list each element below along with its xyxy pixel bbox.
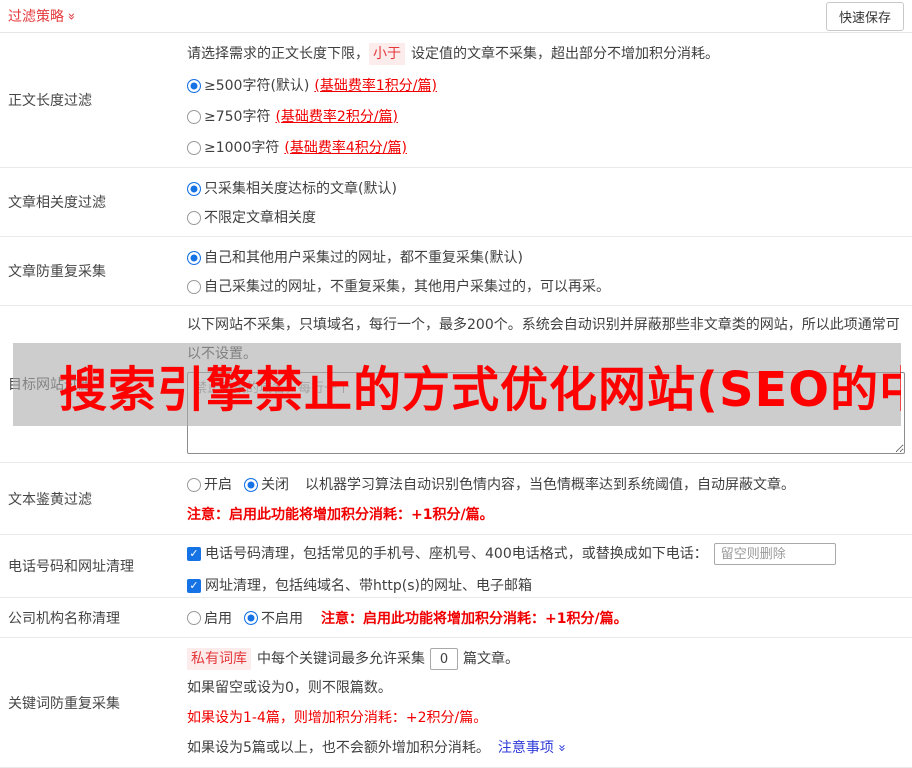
option-1000-chars: ≥1000字符 (基础费率4积分/篇) [187, 138, 904, 158]
row-phone-url-cleanup: 电话号码和网址清理 ✓ 电话号码清理，包括常见的手机号、座机号、400电话格式，… [0, 535, 912, 598]
notice-link[interactable]: 注意事项 [498, 738, 554, 758]
keyword-note-fee: 如果设为1-4篇，则增加积分消耗：+2积分/篇。 [187, 708, 904, 728]
keyword-limit-line: 私有词库 中每个关键词最多允许采集 篇文章。 [187, 647, 904, 671]
radio-relevance-unlimited[interactable] [187, 211, 201, 225]
option-dedup-self-only: 自己采集过的网址，不重复采集，其他用户采集过的，可以再采。 [187, 277, 904, 297]
radio-porn-filter-off[interactable] [244, 478, 258, 492]
porn-filter-desc: 以机器学习算法自动识别色情内容，当色情概率达到系统阈值，自动屏蔽文章。 [305, 475, 795, 495]
banner-marquee-text: 搜索引擎禁止的方式优化网站(SEO的中文 [13, 350, 901, 420]
url-cleanup-option: ✓ 网址清理，包括纯域名、带http(s)的网址、电子邮箱 [187, 573, 904, 599]
option-750-chars: ≥750字符 (基础费率2积分/篇) [187, 107, 904, 127]
phone-cleanup-option: ✓ 电话号码清理，包括常见的手机号、座机号、400电话格式，或替换成如下电话： [187, 541, 904, 567]
fee-note: (基础费率1积分/篇) [314, 76, 437, 96]
radio-1000-chars[interactable] [187, 141, 201, 155]
row-label: 电话号码和网址清理 [0, 535, 187, 597]
radio-company-cleanup-off[interactable] [244, 611, 258, 625]
double-chevron-down-icon[interactable]: » [63, 12, 78, 20]
porn-filter-fee-note: 注意：启用此功能将增加积分消耗：+1积分/篇。 [187, 505, 904, 525]
filter-strategy-page: 过滤策略 » 快速保存 正文长度过滤 请选择需求的正文长度下限， 小于 设定值的… [0, 0, 912, 768]
keyword-note-five-plus: 如果设为5篇或以上，也不会额外增加积分消耗。 注意事项 » [187, 738, 904, 758]
page-title[interactable]: 过滤策略 [8, 6, 64, 26]
double-chevron-down-icon[interactable]: » [551, 744, 571, 752]
less-than-chip: 小于 [369, 43, 405, 65]
row-keyword-dedup: 关键词防重复采集 私有词库 中每个关键词最多允许采集 篇文章。 如果留空或设为0… [0, 638, 912, 768]
max-articles-input[interactable] [430, 648, 458, 670]
watermark-banner: 搜索引擎禁止的方式优化网站(SEO的中文 [13, 343, 901, 426]
replacement-phone-input[interactable] [714, 543, 836, 565]
fee-note: (基础费率2积分/篇) [275, 107, 398, 127]
radio-500-chars[interactable] [187, 79, 201, 93]
topbar: 过滤策略 » 快速保存 [0, 0, 912, 33]
radio-company-cleanup-on[interactable] [187, 611, 201, 625]
private-thesaurus-chip[interactable]: 私有词库 [187, 648, 251, 670]
radio-relevance-default[interactable] [187, 182, 201, 196]
row-relevance-filter: 文章相关度过滤 只采集相关度达标的文章(默认) 不限定文章相关度 [0, 168, 912, 237]
porn-filter-options: 开启 关闭 以机器学习算法自动识别色情内容，当色情概率达到系统阈值，自动屏蔽文章… [187, 475, 904, 495]
checkbox-url-cleanup[interactable]: ✓ [187, 579, 201, 593]
option-dedup-all-users: 自己和其他用户采集过的网址，都不重复采集(默认) [187, 248, 904, 268]
row-label: 文章相关度过滤 [0, 168, 187, 236]
quick-save-button[interactable]: 快速保存 [826, 2, 904, 31]
row-dedup-collection: 文章防重复采集 自己和其他用户采集过的网址，都不重复采集(默认) 自己采集过的网… [0, 237, 912, 306]
checkbox-phone-cleanup[interactable]: ✓ [187, 547, 201, 561]
radio-dedup-all-users[interactable] [187, 251, 201, 265]
company-cleanup-fee-note: 注意：启用此功能将增加积分消耗：+1积分/篇。 [321, 608, 628, 628]
fee-note: (基础费率4积分/篇) [284, 138, 407, 158]
radio-750-chars[interactable] [187, 110, 201, 124]
option-500-chars: ≥500字符(默认) (基础费率1积分/篇) [187, 76, 904, 96]
text-length-desc: 请选择需求的正文长度下限， 小于 设定值的文章不采集，超出部分不增加积分消耗。 [187, 43, 904, 65]
row-porn-text-filter: 文本鉴黄过滤 开启 关闭 以机器学习算法自动识别色情内容，当色情概率达到系统阈值… [0, 463, 912, 535]
radio-dedup-self-only[interactable] [187, 280, 201, 294]
row-label: 关键词防重复采集 [0, 638, 187, 767]
row-label: 文章防重复采集 [0, 237, 187, 305]
row-label: 文本鉴黄过滤 [0, 463, 187, 534]
option-relevance-unlimited: 不限定文章相关度 [187, 208, 904, 228]
keyword-note-unlimited: 如果留空或设为0，则不限篇数。 [187, 678, 904, 698]
option-relevance-default: 只采集相关度达标的文章(默认) [187, 179, 904, 199]
row-text-length-filter: 正文长度过滤 请选择需求的正文长度下限， 小于 设定值的文章不采集，超出部分不增… [0, 33, 912, 168]
radio-porn-filter-on[interactable] [187, 478, 201, 492]
row-label: 正文长度过滤 [0, 33, 187, 167]
row-label: 公司机构名称清理 [0, 598, 187, 637]
row-company-name-cleanup: 公司机构名称清理 启用 不启用 注意：启用此功能将增加积分消耗：+1积分/篇。 [0, 598, 912, 638]
